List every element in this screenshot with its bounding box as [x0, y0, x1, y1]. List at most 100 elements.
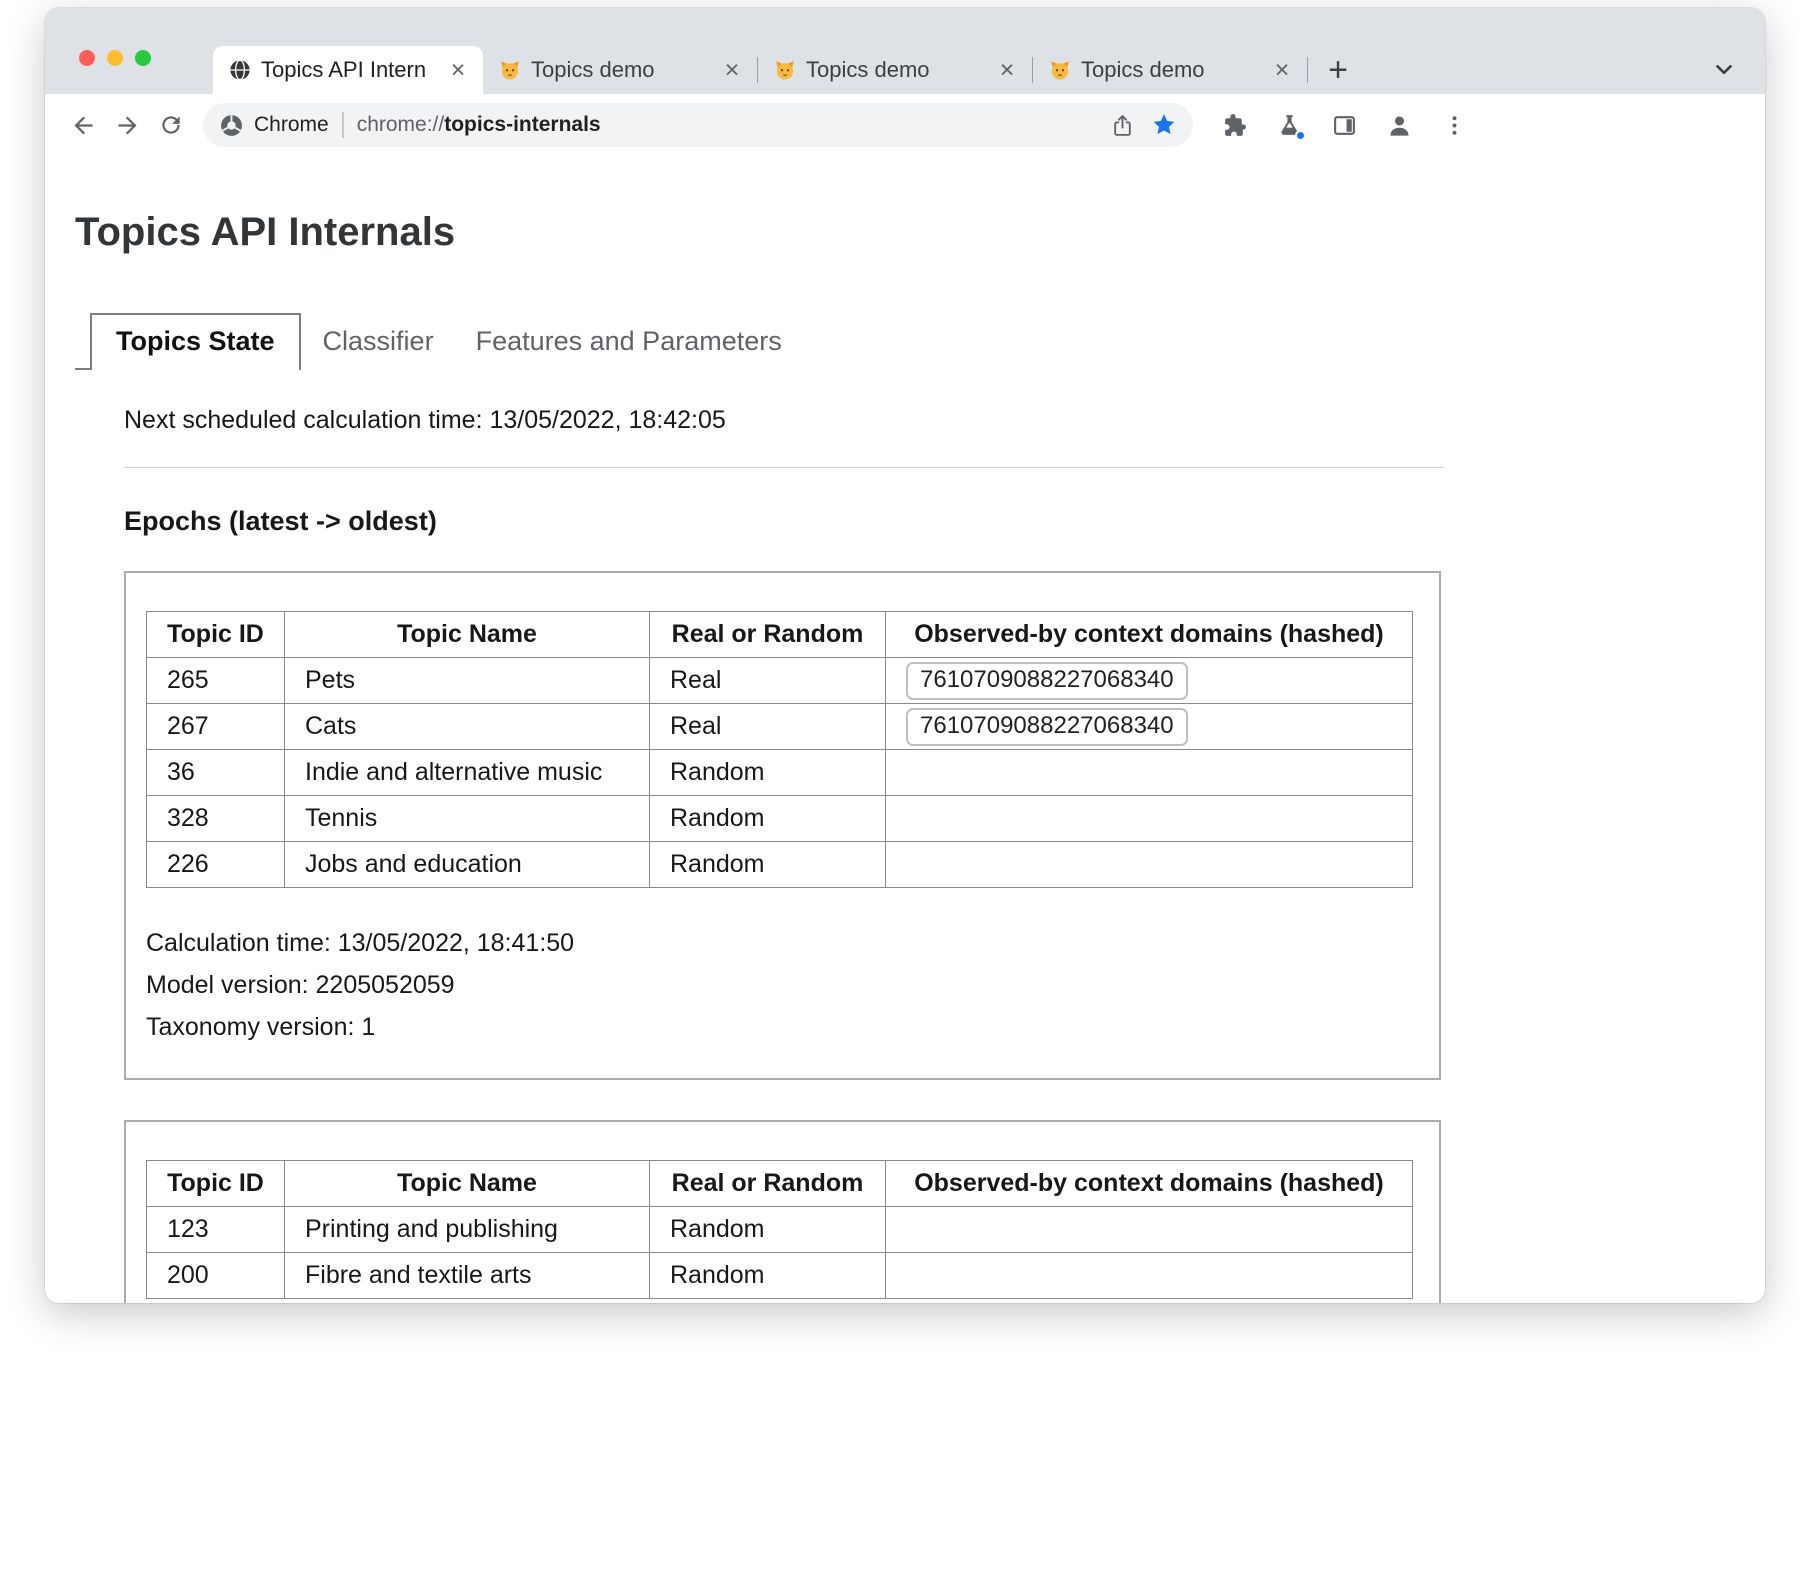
topics-table-1: Topic ID Topic Name Real or Random Obser…: [146, 611, 1413, 888]
tab-classifier[interactable]: Classifier: [303, 313, 454, 370]
observed-domains-cell: 7610709088227068340: [886, 704, 1413, 750]
tab-topics-state[interactable]: Topics State: [90, 313, 301, 370]
topic-id-cell: 265: [147, 658, 285, 704]
topic-name-cell: Printing and publishing: [285, 1207, 650, 1253]
real-or-random-cell: Random: [650, 1253, 886, 1299]
topic-name-cell: Fibre and textile arts: [285, 1253, 650, 1299]
browser-tab-topics-demo-3[interactable]: Topics demo ×: [1033, 46, 1307, 94]
experiments-flask-icon[interactable]: [1268, 104, 1310, 146]
next-calculation-time: Next scheduled calculation time: 13/05/2…: [124, 406, 1765, 435]
browser-window: Topics API Intern × Topics demo ×: [45, 8, 1765, 1303]
cat-favicon-icon: [499, 59, 521, 81]
taxonomy-version: Taxonomy version: 1: [146, 1006, 1415, 1048]
table-row: 328 Tennis Random: [147, 796, 1413, 842]
epochs-heading: Epochs (latest -> oldest): [124, 506, 1765, 537]
real-or-random-cell: Random: [650, 750, 886, 796]
table-row: 267 Cats Real 7610709088227068340: [147, 704, 1413, 750]
observed-domains-cell: [886, 1253, 1413, 1299]
browser-menu-icon[interactable]: [1433, 104, 1475, 146]
topic-id-cell: 267: [147, 704, 285, 750]
tab-close-icon[interactable]: ×: [719, 56, 745, 85]
observed-domains-cell: [886, 842, 1413, 888]
cat-favicon-icon: [774, 59, 796, 81]
topic-name-cell: Tennis: [285, 796, 650, 842]
tab-search-chevron-icon[interactable]: [1711, 56, 1737, 82]
share-button[interactable]: [1101, 104, 1143, 146]
url-host: topics-internals: [444, 113, 600, 136]
topic-id-cell: 200: [147, 1253, 285, 1299]
tab-features-and-parameters[interactable]: Features and Parameters: [456, 313, 802, 370]
profile-avatar-icon[interactable]: [1378, 104, 1420, 146]
calculation-time: Calculation time: 13/05/2022, 18:41:50: [146, 922, 1415, 964]
browser-tab-topics-internals[interactable]: Topics API Intern ×: [213, 46, 483, 94]
tab-divider: [1307, 57, 1308, 83]
zoom-window-button[interactable]: [135, 50, 151, 66]
minimize-window-button[interactable]: [107, 50, 123, 66]
tab-close-icon[interactable]: ×: [1269, 56, 1295, 85]
toolbar-right-icons: [1213, 104, 1475, 146]
traffic-lights: [79, 50, 151, 66]
model-version: Model version: 2205052059: [146, 964, 1415, 1006]
topic-name-cell: Cats: [285, 704, 650, 750]
hashed-domain-chip[interactable]: 7610709088227068340: [906, 662, 1188, 700]
table-row: 123 Printing and publishing Random: [147, 1207, 1413, 1253]
header-topic-id: Topic ID: [147, 1161, 285, 1207]
omnibox-separator: [342, 112, 344, 138]
topic-id-cell: 123: [147, 1207, 285, 1253]
bookmark-star-icon[interactable]: [1143, 104, 1185, 146]
observed-domains-cell: 7610709088227068340: [886, 658, 1413, 704]
real-or-random-cell: Random: [650, 842, 886, 888]
close-window-button[interactable]: [79, 50, 95, 66]
header-real-or-random: Real or Random: [650, 612, 886, 658]
address-bar[interactable]: Chrome chrome://topics-internals: [203, 103, 1193, 147]
tab-title: Topics demo: [1081, 57, 1259, 83]
browser-tab-topics-demo-2[interactable]: Topics demo ×: [758, 46, 1032, 94]
real-or-random-cell: Real: [650, 704, 886, 750]
forward-button[interactable]: [105, 103, 149, 147]
notification-dot: [1295, 130, 1306, 141]
real-or-random-cell: Random: [650, 1207, 886, 1253]
page-tab-bar: Topics State Classifier Features and Par…: [75, 313, 1765, 370]
tab-title: Topics demo: [531, 57, 709, 83]
page-title: Topics API Internals: [75, 210, 1765, 255]
table-row: 200 Fibre and textile arts Random: [147, 1253, 1413, 1299]
tab-close-icon[interactable]: ×: [994, 56, 1020, 85]
header-topic-name: Topic Name: [285, 612, 650, 658]
url-scheme: chrome://: [357, 113, 445, 136]
cat-favicon-icon: [1049, 59, 1071, 81]
topic-name-cell: Pets: [285, 658, 650, 704]
real-or-random-cell: Random: [650, 796, 886, 842]
browser-tabs: Topics API Intern × Topics demo ×: [213, 46, 1360, 94]
observed-domains-cell: [886, 1207, 1413, 1253]
header-topic-id: Topic ID: [147, 612, 285, 658]
tab-title: Topics API Intern: [261, 57, 435, 83]
table-row: 226 Jobs and education Random: [147, 842, 1413, 888]
real-or-random-cell: Real: [650, 658, 886, 704]
browser-tab-topics-demo-1[interactable]: Topics demo ×: [483, 46, 757, 94]
chrome-label: Chrome: [254, 113, 329, 137]
back-button[interactable]: [61, 103, 105, 147]
topic-id-cell: 328: [147, 796, 285, 842]
new-tab-button[interactable]: +: [1316, 48, 1360, 92]
reload-button[interactable]: [149, 103, 193, 147]
epoch-info: Calculation time: 13/05/2022, 18:41:50 M…: [146, 922, 1415, 1048]
topic-name-cell: Jobs and education: [285, 842, 650, 888]
chrome-logo-icon: [219, 113, 244, 138]
table-header-row: Topic ID Topic Name Real or Random Obser…: [147, 1161, 1413, 1207]
page-content: Topics API Internals Topics State Classi…: [45, 210, 1765, 1303]
epoch-panel-2: Topic ID Topic Name Real or Random Obser…: [124, 1120, 1441, 1303]
globe-favicon-icon: [229, 59, 251, 81]
header-topic-name: Topic Name: [285, 1161, 650, 1207]
hashed-domain-chip[interactable]: 7610709088227068340: [906, 708, 1188, 746]
side-panel-icon[interactable]: [1323, 104, 1365, 146]
extensions-puzzle-icon[interactable]: [1213, 104, 1255, 146]
tab-close-icon[interactable]: ×: [445, 56, 471, 85]
table-row: 265 Pets Real 7610709088227068340: [147, 658, 1413, 704]
header-observed-domains: Observed-by context domains (hashed): [886, 1161, 1413, 1207]
topics-table-2: Topic ID Topic Name Real or Random Obser…: [146, 1160, 1413, 1299]
table-header-row: Topic ID Topic Name Real or Random Obser…: [147, 612, 1413, 658]
header-observed-domains: Observed-by context domains (hashed): [886, 612, 1413, 658]
header-real-or-random: Real or Random: [650, 1161, 886, 1207]
divider: [124, 467, 1444, 468]
topic-id-cell: 226: [147, 842, 285, 888]
